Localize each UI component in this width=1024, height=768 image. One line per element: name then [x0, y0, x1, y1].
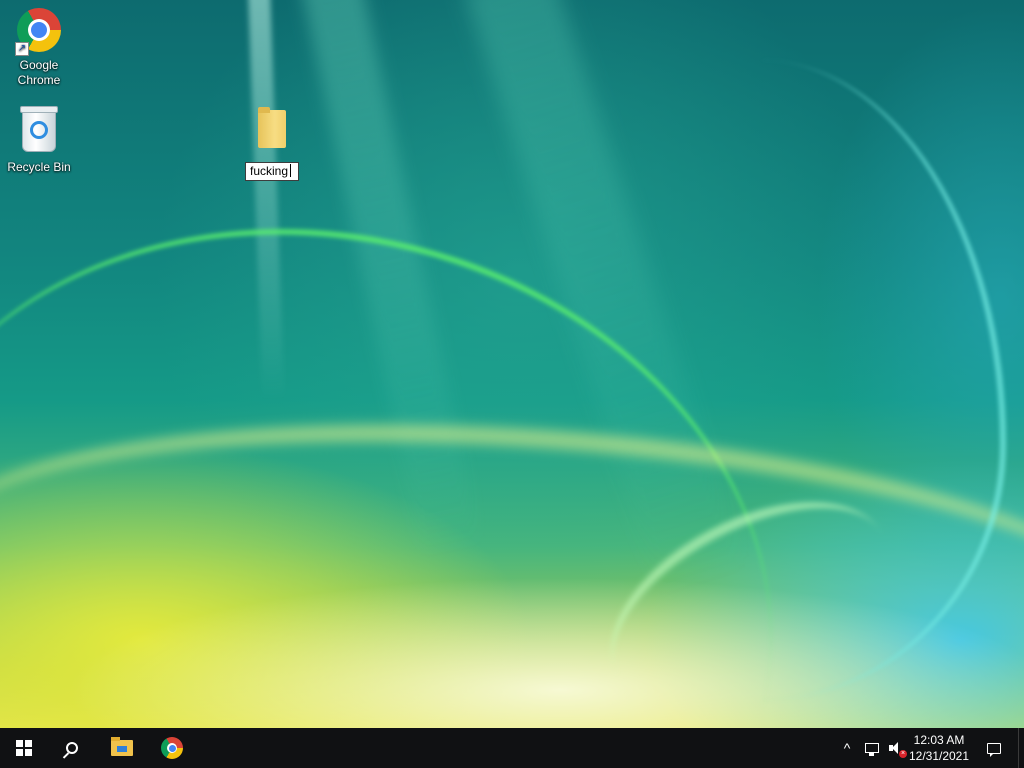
wallpaper-wave	[0, 388, 1024, 728]
show-desktop-button[interactable]	[1018, 728, 1024, 768]
desktop-icon-new-folder[interactable]: fucking	[234, 106, 310, 181]
wallpaper-light-ray	[247, 0, 285, 401]
desktop-icon-label: Recycle Bin	[7, 160, 71, 174]
recycle-bin-icon	[15, 106, 63, 158]
chevron-up-icon: ^	[843, 740, 851, 756]
folder-rename-input[interactable]: fucking	[245, 162, 299, 181]
desktop-icon-recycle-bin[interactable]: Recycle Bin	[1, 106, 77, 175]
wallpaper-wave	[577, 459, 923, 728]
rename-text: fucking	[250, 164, 289, 178]
file-explorer-icon	[111, 737, 133, 756]
taskbar: ^ × 12:03 AM 12/31/2021	[0, 728, 1024, 768]
taskbar-chrome-button[interactable]	[148, 728, 196, 768]
wallpaper-wave	[760, 60, 1006, 700]
text-caret	[290, 164, 292, 177]
taskbar-file-explorer-button[interactable]	[98, 728, 146, 768]
search-button[interactable]	[48, 728, 96, 768]
chrome-icon	[161, 737, 183, 759]
chrome-icon: ↗	[15, 8, 63, 56]
shortcut-arrow-icon: ↗	[15, 42, 29, 56]
wallpaper-wave	[0, 136, 851, 710]
start-button[interactable]	[0, 728, 48, 768]
wallpaper-light-ray	[298, 0, 482, 560]
volume-muted-icon: ×	[889, 741, 907, 758]
search-icon	[66, 742, 78, 754]
folder-icon	[248, 107, 296, 158]
volume-tray-button[interactable]: ×	[884, 728, 908, 768]
clock-date: 12/31/2021	[908, 749, 970, 763]
action-center-button[interactable]	[976, 728, 1012, 768]
show-hidden-icons-button[interactable]: ^	[836, 728, 858, 768]
network-tray-button[interactable]	[860, 728, 884, 768]
desktop-icon-google-chrome[interactable]: ↗ Google Chrome	[1, 6, 77, 88]
taskbar-clock[interactable]: 12:03 AM 12/31/2021	[906, 728, 972, 768]
wallpaper-light-ray	[463, 0, 747, 599]
desktop[interactable]: ↗ Google Chrome Recycle Bin fucking	[0, 0, 1024, 728]
clock-time: 12:03 AM	[913, 733, 965, 747]
windows-start-icon	[16, 740, 32, 756]
desktop-icon-label: Google Chrome	[17, 58, 61, 87]
action-center-icon	[987, 742, 1001, 757]
network-icon	[865, 743, 879, 756]
